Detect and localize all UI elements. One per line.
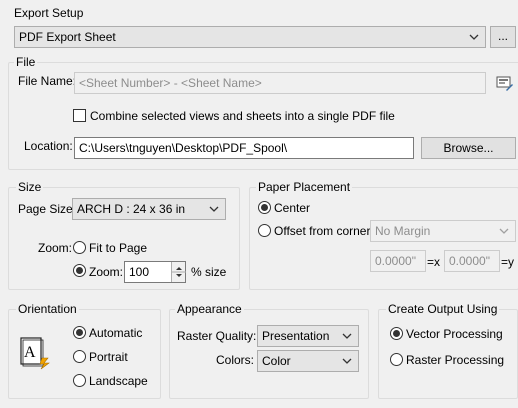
raster-quality-dropdown[interactable]: Presentation: [257, 325, 359, 347]
browse-button[interactable]: Browse...: [421, 137, 516, 159]
offset-y-suffix: =y: [501, 255, 515, 269]
vector-processing-label: Vector Processing: [406, 327, 503, 341]
orientation-title: Orientation: [16, 302, 79, 316]
location-label: Location:: [24, 139, 73, 153]
fit-to-page-label: Fit to Page: [89, 241, 148, 255]
zoom-radio[interactable]: [73, 264, 86, 277]
file-name-value: <Sheet Number> - <Sheet Name>: [79, 76, 262, 90]
export-setup-more-button[interactable]: ...: [490, 26, 516, 48]
percent-size-label: % size: [191, 265, 227, 279]
colors-dropdown[interactable]: Color: [257, 350, 359, 372]
zoom-option-label: Zoom:: [89, 265, 124, 279]
colors-value: Color: [262, 354, 291, 368]
landscape-label: Landscape: [89, 374, 148, 388]
location-field[interactable]: C:\Users\tnguyen\Desktop\PDF_Spool\: [74, 137, 414, 159]
raster-quality-label: Raster Quality:: [177, 329, 257, 343]
offset-y-field[interactable]: 0.0000": [444, 250, 500, 272]
chevron-down-icon: [209, 206, 219, 212]
chevron-down-icon: [469, 34, 479, 40]
offset-x-value: 0.0000": [375, 254, 416, 268]
offset-label: Offset from corner:: [274, 224, 374, 238]
zoom-spinner[interactable]: [171, 262, 186, 282]
vector-processing-radio[interactable]: [390, 327, 403, 340]
paper-placement-title: Paper Placement: [256, 180, 353, 194]
edit-name-icon[interactable]: [496, 74, 514, 92]
file-group-title: File: [14, 55, 38, 69]
chevron-down-icon: [342, 358, 352, 364]
fit-to-page-radio[interactable]: [73, 241, 86, 254]
chevron-down-icon: [342, 333, 352, 339]
automatic-label: Automatic: [89, 326, 143, 340]
center-radio[interactable]: [258, 201, 271, 214]
portrait-radio[interactable]: [73, 350, 86, 363]
combine-pdf-checkbox[interactable]: [73, 109, 86, 122]
file-name-field[interactable]: <Sheet Number> - <Sheet Name>: [74, 72, 486, 94]
offset-x-suffix: =x: [427, 255, 441, 269]
export-setup-label: Export Setup: [14, 6, 84, 20]
chevron-down-icon: [499, 228, 509, 234]
page-size-value: ARCH D : 24 x 36 in: [77, 202, 186, 216]
export-setup-dropdown[interactable]: PDF Export Sheet: [14, 26, 486, 48]
center-label: Center: [274, 201, 311, 215]
location-value: C:\Users\tnguyen\Desktop\PDF_Spool\: [79, 141, 288, 155]
raster-processing-label: Raster Processing: [406, 353, 505, 367]
page-size-dropdown[interactable]: ARCH D : 24 x 36 in: [72, 198, 226, 220]
zoom-value-field[interactable]: 100: [124, 261, 186, 283]
appearance-title: Appearance: [175, 302, 244, 316]
zoom-value: 100: [129, 265, 150, 279]
create-output-title: Create Output Using: [386, 302, 500, 316]
portrait-label: Portrait: [89, 350, 128, 364]
file-name-label: File Name:: [18, 74, 77, 88]
size-group-title: Size: [16, 180, 44, 194]
raster-processing-radio[interactable]: [390, 353, 403, 366]
colors-label: Colors:: [216, 353, 255, 367]
offset-value: No Margin: [375, 224, 431, 238]
zoom-label: Zoom:: [38, 241, 73, 255]
offset-radio[interactable]: [258, 224, 271, 237]
landscape-radio[interactable]: [73, 374, 86, 387]
page-size-label: Page Size:: [18, 202, 77, 216]
spinner-arrows-icon: [172, 267, 186, 277]
offset-y-value: 0.0000": [449, 254, 490, 268]
export-setup-value: PDF Export Sheet: [19, 30, 116, 44]
svg-text:A: A: [24, 344, 36, 361]
automatic-radio[interactable]: [73, 326, 86, 339]
combine-pdf-label: Combine selected views and sheets into a…: [90, 109, 395, 123]
offset-x-field[interactable]: 0.0000": [370, 250, 426, 272]
offset-dropdown[interactable]: No Margin: [370, 220, 516, 242]
raster-quality-value: Presentation: [262, 329, 330, 343]
page-orientation-icon: A: [18, 336, 52, 370]
